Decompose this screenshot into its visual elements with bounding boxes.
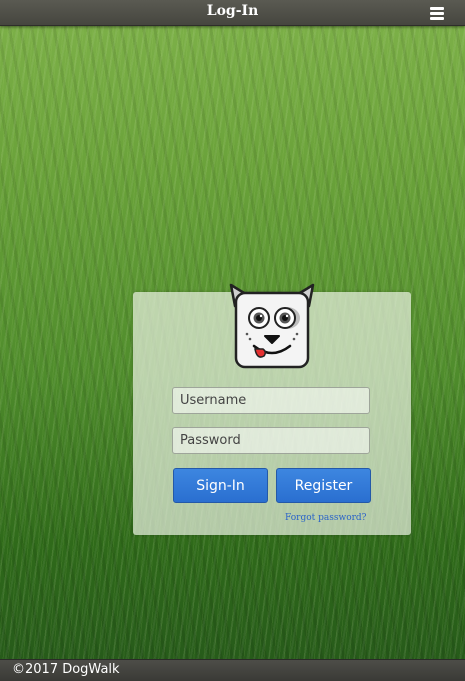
page-title: Log-In: [206, 3, 259, 19]
footer-bar: ©2017 DogWalk: [0, 659, 465, 681]
password-input[interactable]: [172, 427, 370, 454]
sign-in-button[interactable]: Sign-In: [173, 468, 268, 503]
hamburger-menu-icon[interactable]: [430, 7, 444, 20]
header-bar: Log-In: [0, 0, 465, 26]
forgot-password-link[interactable]: Forgot password?: [285, 513, 367, 523]
username-input[interactable]: [172, 387, 370, 414]
register-button[interactable]: Register: [276, 468, 371, 503]
dog-face-icon: [229, 283, 315, 369]
copyright-text: ©2017 DogWalk: [12, 662, 120, 677]
